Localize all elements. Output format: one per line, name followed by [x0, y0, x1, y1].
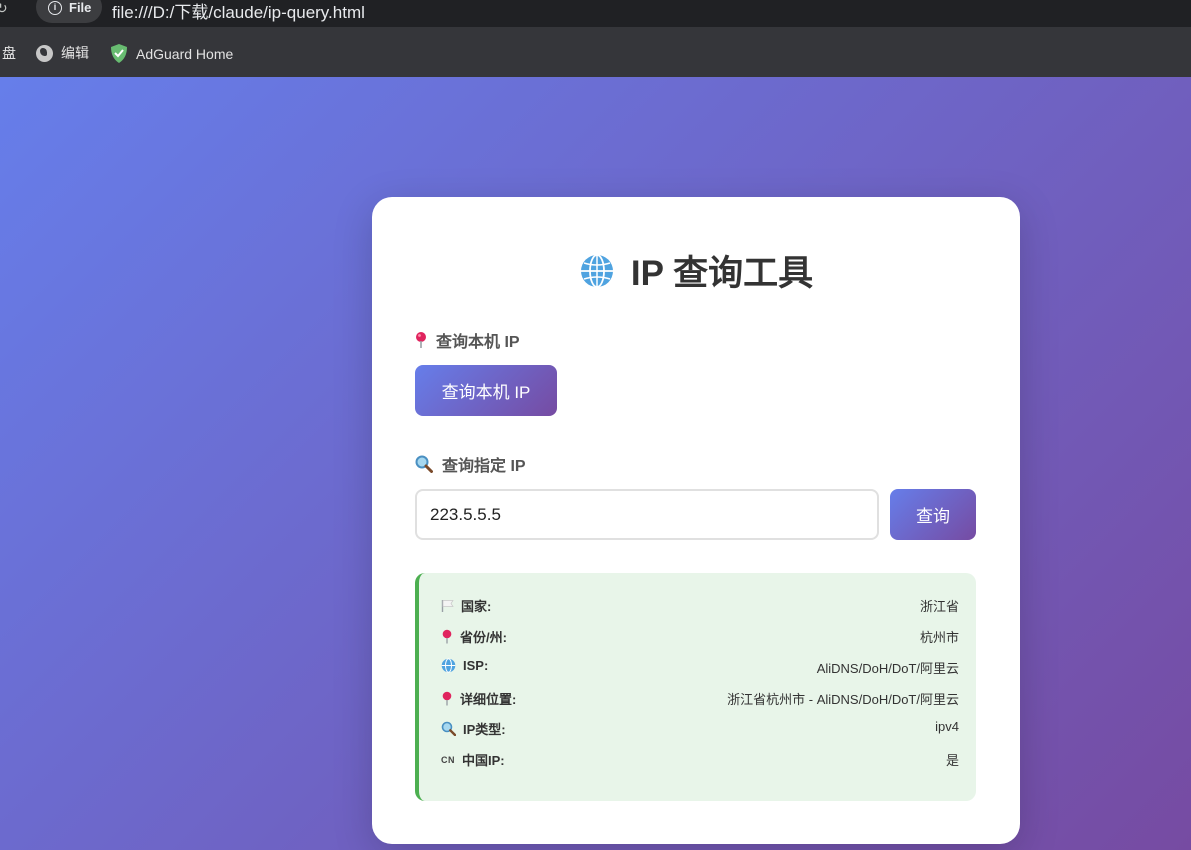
- result-row-ip-type: IP类型: ipv4: [441, 719, 959, 739]
- page-title: IP 查询工具: [372, 245, 1020, 296]
- result-value: 杭州市: [919, 630, 959, 645]
- magnifier-icon: [415, 455, 433, 473]
- site-info-chip[interactable]: i File: [36, 0, 102, 23]
- result-key-text: IP类型:: [463, 722, 506, 737]
- result-panel: 国家: 浙江省 省份/州: 杭州市 ISP: AliDNS/DoH/DoT/阿里…: [415, 573, 976, 801]
- result-key: 详细位置:: [441, 689, 516, 708]
- pin-icon: [442, 691, 452, 706]
- local-ip-label-text: 查询本机 IP: [436, 334, 520, 351]
- page-background: IP 查询工具 查询本机 IP 查询本机 IP 查询指定 IP 查询: [0, 77, 1191, 850]
- address-bar: ↻ i File file:///D:/下载/claude/ip-query.h…: [0, 0, 1191, 27]
- flag-icon: [441, 600, 454, 612]
- chip-label: File: [69, 0, 92, 15]
- url-text[interactable]: file:///D:/下载/claude/ip-query.html: [112, 0, 365, 23]
- result-row-location: 详细位置: 浙江省杭州市 - AliDNS/DoH/DoT/阿里云: [441, 689, 959, 709]
- globe-icon: [580, 253, 613, 288]
- result-value: 浙江省: [919, 599, 959, 614]
- specific-ip-section-label: 查询指定 IP: [415, 452, 526, 476]
- result-value: AliDNS/DoH/DoT/阿里云: [816, 661, 959, 676]
- result-key: IP类型:: [441, 719, 506, 738]
- cn-icon: CN: [441, 754, 455, 765]
- bookmark-item-adguard[interactable]: AdGuard Home: [109, 43, 233, 64]
- result-key: CN 中国IP:: [441, 750, 505, 769]
- globe-icon: [441, 658, 456, 673]
- shield-icon: [111, 44, 127, 63]
- result-value: 浙江省杭州市 - AliDNS/DoH/DoT/阿里云: [727, 692, 959, 707]
- query-card: IP 查询工具 查询本机 IP 查询本机 IP 查询指定 IP 查询: [372, 197, 1020, 844]
- result-row-province: 省份/州: 杭州市: [441, 627, 959, 647]
- result-value: 是: [945, 753, 959, 768]
- bookmark-item[interactable]: 盘: [2, 43, 16, 63]
- magnifier-icon: [441, 721, 456, 736]
- title-text: IP 查询工具: [630, 254, 814, 293]
- query-local-ip-button[interactable]: 查询本机 IP: [415, 365, 557, 416]
- reload-icon[interactable]: ↻: [0, 1, 10, 15]
- globe-icon: [36, 44, 53, 62]
- query-button[interactable]: 查询: [890, 489, 976, 540]
- result-key-text: 详细位置:: [460, 692, 517, 707]
- specific-ip-label-text: 查询指定 IP: [442, 458, 526, 475]
- result-key-text: ISP:: [463, 658, 489, 673]
- result-value: ipv4: [935, 719, 959, 734]
- bookmark-label: 盘: [2, 45, 16, 61]
- result-row-country: 国家: 浙江省: [441, 596, 959, 616]
- bookmark-label: 编辑: [61, 45, 89, 61]
- local-ip-section-label: 查询本机 IP: [415, 328, 520, 352]
- result-key-text: 国家:: [461, 599, 492, 614]
- bookmarks-bar: 盘 编辑 AdGuard Home: [0, 27, 1191, 77]
- bookmark-label: AdGuard Home: [136, 45, 234, 62]
- result-key: 省份/州:: [441, 627, 507, 646]
- ip-input[interactable]: [415, 489, 879, 540]
- result-key: ISP:: [441, 658, 488, 673]
- result-row-isp: ISP: AliDNS/DoH/DoT/阿里云: [441, 658, 959, 678]
- result-key: 国家:: [441, 596, 491, 615]
- pin-icon: [416, 332, 426, 348]
- bookmark-item-edit[interactable]: 编辑: [36, 43, 89, 63]
- result-row-china-ip: CN 中国IP: 是: [441, 750, 959, 770]
- pin-icon: [442, 629, 452, 644]
- result-key-text: 省份/州:: [460, 630, 507, 645]
- result-key-text: 中国IP:: [462, 753, 505, 768]
- info-icon: i: [48, 1, 62, 15]
